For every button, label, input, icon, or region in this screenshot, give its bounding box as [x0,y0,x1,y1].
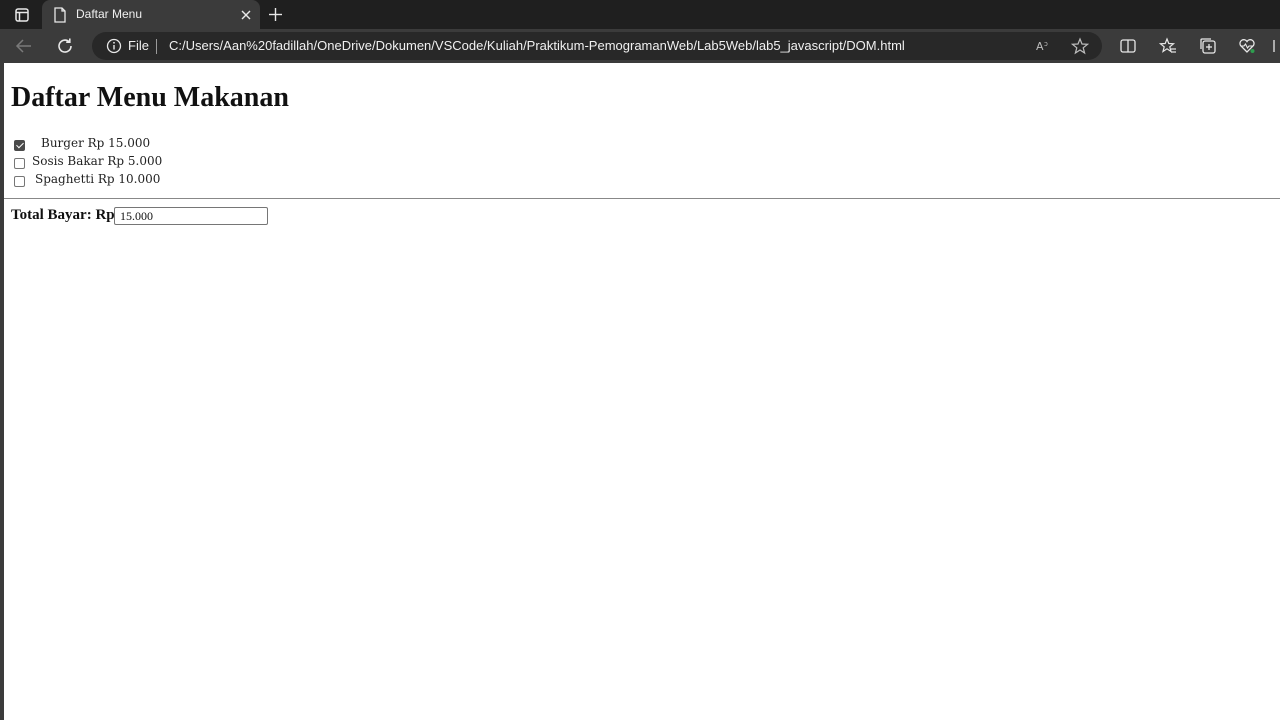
browser-tab-active[interactable]: Daftar Menu [42,0,260,29]
burger-checkbox[interactable] [14,140,25,151]
address-separator [156,39,157,54]
menu-item-label: Sosis Bakar Rp 5.000 [32,154,163,168]
more-menu-icon[interactable] [1272,38,1280,59]
svg-text:ↄ: ↄ [1044,40,1048,48]
close-tab-icon[interactable] [239,8,253,22]
menu-item-label: Burger Rp 15.000 [41,136,151,150]
menu-item-sosis-bakar[interactable]: Sosis Bakar Rp 5.000 [14,154,164,172]
menu-item-spaghetti[interactable]: Spaghetti Rp 10.000 [14,172,164,190]
address-url[interactable]: C:/Users/Aan%20fadillah/OneDrive/Dokumen… [169,38,989,53]
reload-icon[interactable] [56,37,74,60]
total-label: Total Bayar: Rp [11,207,115,223]
sosis-bakar-checkbox[interactable] [14,158,25,169]
back-arrow-icon[interactable] [15,37,33,60]
read-aloud-icon[interactable]: A ↄ [1036,38,1052,59]
info-icon[interactable] [106,38,122,54]
browser-essentials-icon[interactable] [1238,37,1256,60]
spaghetti-checkbox[interactable] [14,176,25,187]
address-scheme: File [128,38,149,53]
tab-actions-icon[interactable] [8,5,36,25]
tab-title: Daftar Menu [76,7,143,21]
collections-icon[interactable] [1199,37,1217,60]
page-viewport [4,63,1280,720]
svg-text:A: A [1036,40,1044,53]
browser-tabstrip: Daftar Menu [0,0,1280,29]
favorite-star-icon[interactable] [1070,37,1090,60]
split-screen-icon[interactable] [1119,37,1137,60]
new-tab-icon[interactable] [267,6,284,23]
menu-item-burger[interactable]: Burger Rp 15.000 [14,136,154,154]
page-title: Daftar Menu Makanan [11,82,289,113]
address-bar[interactable]: File C:/Users/Aan%20fadillah/OneDrive/Do… [92,32,1102,60]
browser-toolbar: File C:/Users/Aan%20fadillah/OneDrive/Do… [0,29,1280,63]
horizontal-rule [4,198,1280,199]
menu-item-label: Spaghetti Rp 10.000 [35,172,161,186]
total-field[interactable]: 15.000 [114,207,268,225]
document-icon [53,7,67,23]
favorites-icon[interactable] [1158,37,1177,60]
